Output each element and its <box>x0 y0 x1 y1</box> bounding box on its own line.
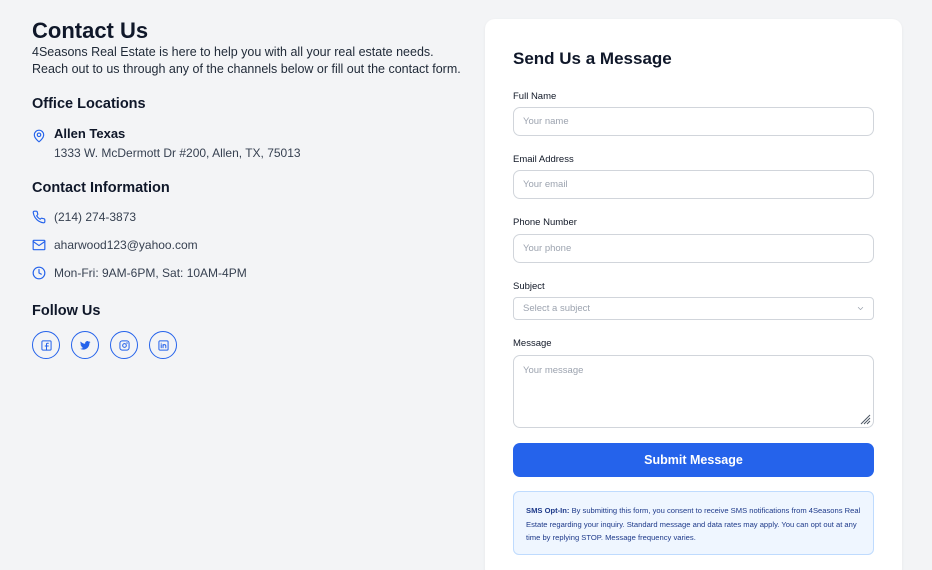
email-label: Email Address <box>513 154 574 165</box>
clock-icon <box>32 266 46 280</box>
follow-us-heading: Follow Us <box>32 303 101 319</box>
hours-row: Mon-Fri: 9AM-6PM, Sat: 10AM-4PM <box>32 266 247 280</box>
map-pin-icon <box>33 129 45 143</box>
message-label: Message <box>513 338 552 349</box>
office-address: 1333 W. McDermott Dr #200, Allen, TX, 75… <box>54 146 301 160</box>
phone-icon <box>32 210 46 224</box>
office-name: Allen Texas <box>54 126 126 141</box>
resize-handle-icon[interactable] <box>859 413 871 425</box>
subject-label: Subject <box>513 281 545 292</box>
business-hours: Mon-Fri: 9AM-6PM, Sat: 10AM-4PM <box>54 266 247 280</box>
linkedin-icon <box>157 339 169 351</box>
sms-opt-in-notice: SMS Opt-In: By submitting this form, you… <box>513 491 874 555</box>
twitter-link[interactable] <box>71 331 99 359</box>
twitter-icon <box>79 340 91 350</box>
contact-form-card: Send Us a Message Full Name Your name Em… <box>485 19 902 570</box>
subject-selected-value: Select a subject <box>523 303 591 314</box>
page-title: Contact Us <box>32 18 149 43</box>
phone-label: Phone Number <box>513 217 577 228</box>
intro-text: 4Seasons Real Estate is here to help you… <box>32 45 461 76</box>
contact-information-heading: Contact Information <box>32 180 170 196</box>
subject-select[interactable]: Select a subject <box>513 297 874 320</box>
office-locations-heading: Office Locations <box>32 96 146 112</box>
email-input[interactable]: Your email <box>513 170 874 199</box>
phone-row[interactable]: (214) 274-3873 <box>32 210 136 224</box>
instagram-icon <box>118 339 130 351</box>
full-name-input[interactable]: Your name <box>513 107 874 136</box>
facebook-icon <box>40 339 52 351</box>
contact-info-panel: Contact Us 4Seasons Real Estate is here … <box>32 18 462 359</box>
social-links <box>32 331 177 359</box>
email-row[interactable]: aharwood123@yahoo.com <box>32 238 198 252</box>
instagram-link[interactable] <box>110 331 138 359</box>
chevron-down-icon <box>857 307 864 310</box>
form-title: Send Us a Message <box>513 49 672 68</box>
facebook-link[interactable] <box>32 331 60 359</box>
full-name-label: Full Name <box>513 91 557 102</box>
sms-opt-in-title: SMS Opt-In: <box>526 506 570 515</box>
office-location: Allen Texas 1333 W. McDermott Dr #200, A… <box>32 126 301 161</box>
sms-opt-in-text: By submitting this form, you consent to … <box>526 506 861 542</box>
email-address: aharwood123@yahoo.com <box>54 238 198 252</box>
message-placeholder: Your message <box>523 365 584 376</box>
mail-icon <box>32 239 46 251</box>
phone-input[interactable]: Your phone <box>513 234 874 263</box>
phone-number: (214) 274-3873 <box>54 210 137 224</box>
message-textarea[interactable]: Your message <box>513 355 874 428</box>
linkedin-link[interactable] <box>149 331 177 359</box>
submit-button[interactable]: Submit Message <box>513 443 874 477</box>
